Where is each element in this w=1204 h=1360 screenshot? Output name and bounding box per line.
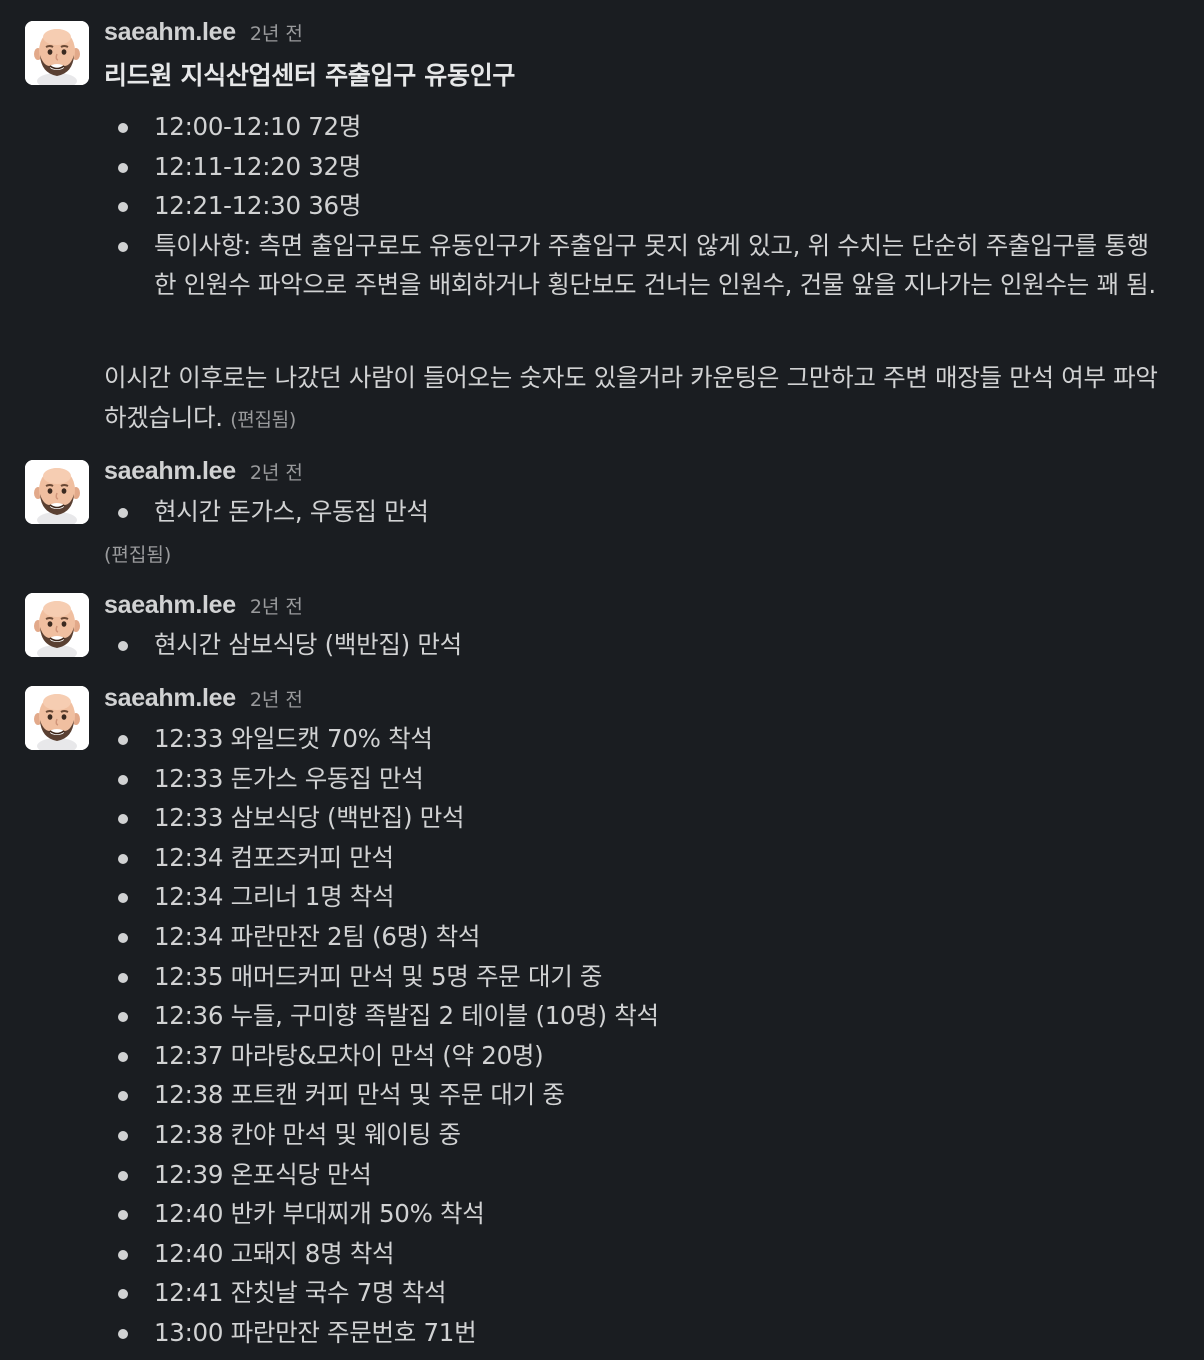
bullet-dot [118, 932, 128, 943]
bullet-dot [118, 641, 128, 651]
list-item: 12:21-12:30 36명 [0, 186, 1168, 226]
message-header: saeahm.lee 2년 전 [104, 684, 303, 714]
list-item: 특이사항: 측면 출입구로도 유동인구가 주출입구 못지 않게 있고, 위 수치… [0, 226, 1168, 305]
bullet-dot [118, 1210, 128, 1221]
list-item: 12:38 칸야 만석 및 웨이팅 중 [0, 1115, 659, 1155]
bullet-dot [118, 1130, 128, 1141]
list-item: 12:35 매머드커피 만석 및 5명 주문 대기 중 [0, 957, 659, 997]
bullet-dot [118, 162, 128, 173]
message-paragraph: 이시간 이후로는 나갔던 사람이 들어오는 숫자도 있을거라 카운팅은 그만하고… [104, 363, 1158, 432]
bullet-dot [118, 1051, 128, 1062]
bullet-list: 현시간 삼보식당 (백반집) 만석 [0, 625, 462, 665]
list-item: 12:38 포트캔 커피 만석 및 주문 대기 중 [0, 1075, 659, 1115]
bullet-list: 12:00-12:10 72명 12:11-12:20 32명 12:21-12… [0, 107, 1168, 305]
bullet-dot [118, 1170, 128, 1181]
list-item: 12:11-12:20 32명 [0, 147, 1168, 187]
list-item: 12:34 컴포즈커피 만석 [0, 838, 659, 878]
edited-label: (편집됨) [230, 408, 296, 431]
list-item: 13:00 파란만잔 주문번호 71번 [0, 1313, 659, 1353]
bullet-list: 현시간 돈가스, 우동집 만석 [0, 492, 429, 532]
bullet-dot [118, 1249, 128, 1260]
message-header: saeahm.lee 2년 전 [104, 591, 303, 621]
timestamp[interactable]: 2년 전 [250, 458, 303, 485]
edited-label: (편집됨) [104, 544, 172, 566]
username[interactable]: saeahm.lee [104, 18, 236, 47]
bullet-dot [118, 1012, 128, 1023]
list-item: 12:40 반카 부대찌개 50% 착석 [0, 1194, 659, 1234]
bullet-dot [118, 1328, 128, 1339]
message-title: 리드원 지식산업센터 주출입구 유동인구 [104, 61, 516, 90]
bullet-dot [118, 893, 128, 904]
list-item: 12:34 그리너 1명 착석 [0, 877, 659, 917]
message-header: saeahm.lee 2년 전 [104, 457, 303, 487]
bullet-dot [118, 241, 128, 252]
list-item: 12:00-12:10 72명 [0, 107, 1168, 147]
list-item: 12:40 고돼지 8명 착석 [0, 1234, 659, 1274]
bullet-dot [118, 1091, 128, 1102]
bullet-dot [118, 972, 128, 983]
list-item: 12:39 온포식당 만석 [0, 1155, 659, 1195]
bullet-dot [118, 853, 128, 864]
bullet-dot [118, 202, 128, 213]
timestamp[interactable]: 2년 전 [250, 19, 303, 46]
list-item: 현시간 삼보식당 (백반집) 만석 [0, 625, 462, 665]
username[interactable]: saeahm.lee [104, 591, 236, 620]
list-item: 12:33 삼보식당 (백반집) 만석 [0, 798, 659, 838]
list-item: 12:34 파란만잔 2팀 (6명) 착석 [0, 917, 659, 957]
message-header: saeahm.lee 2년 전 [104, 18, 303, 48]
list-item: 12:33 와일드캣 70% 착석 [0, 719, 659, 759]
bullet-dot [118, 735, 128, 745]
bullet-dot [118, 1289, 128, 1300]
bullet-dot [118, 814, 128, 825]
user-avatar[interactable] [25, 21, 89, 85]
bullet-dot [118, 123, 128, 133]
username[interactable]: saeahm.lee [104, 457, 236, 486]
timestamp[interactable]: 2년 전 [250, 685, 303, 712]
list-item: 현시간 돈가스, 우동집 만석 [0, 492, 429, 532]
list-item: 12:37 마라탕&모차이 만석 (약 20명) [0, 1036, 659, 1076]
username[interactable]: saeahm.lee [104, 684, 236, 713]
list-item: 12:41 잔칫날 국수 7명 착석 [0, 1273, 659, 1313]
bullet-dot [118, 774, 128, 785]
list-item: 12:36 누들, 구미향 족발집 2 테이블 (10명) 착석 [0, 996, 659, 1036]
list-item: 12:33 돈가스 우동집 만석 [0, 759, 659, 799]
timestamp[interactable]: 2년 전 [250, 592, 303, 619]
bullet-list: 12:33 와일드캣 70% 착석 12:33 돈가스 우동집 만석 12:33 삼… [0, 719, 659, 1353]
bullet-dot [118, 508, 128, 518]
